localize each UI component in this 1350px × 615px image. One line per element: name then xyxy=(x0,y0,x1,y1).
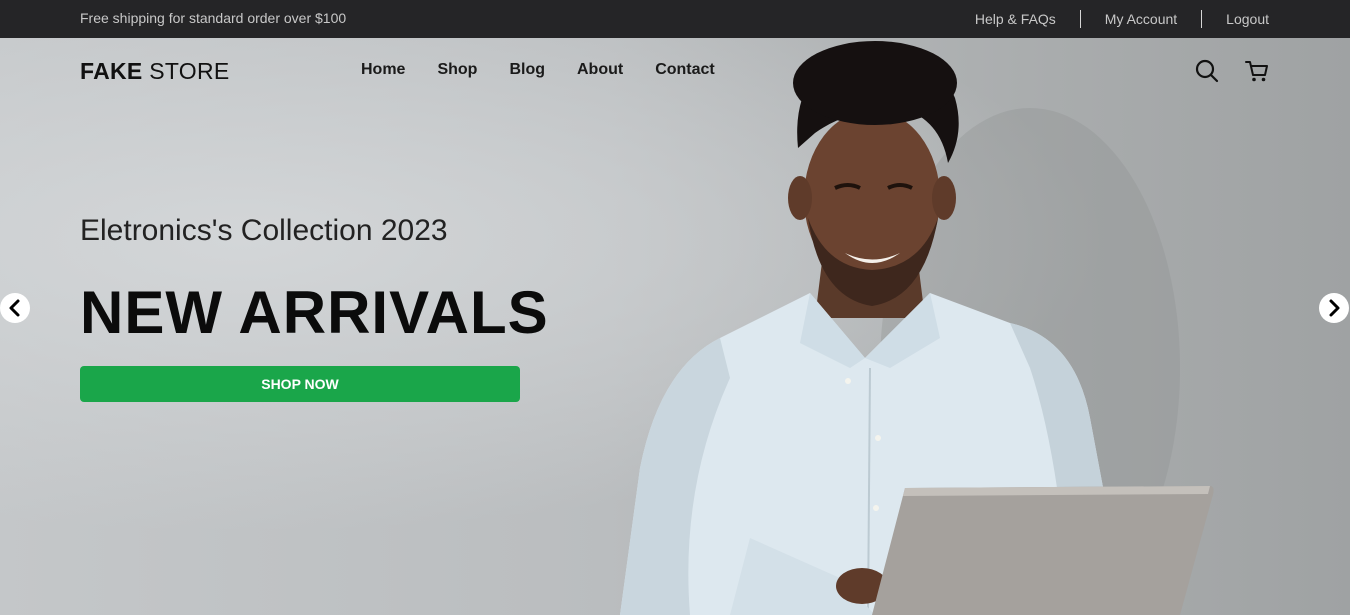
main-nav: Home Shop Blog About Contact xyxy=(361,61,715,79)
nav-about[interactable]: About xyxy=(577,61,623,79)
help-faqs-link[interactable]: Help & FAQs xyxy=(951,10,1081,28)
store-logo[interactable]: FAKE STORE xyxy=(80,58,230,85)
nav-home[interactable]: Home xyxy=(361,61,405,79)
logo-rest-text: STORE xyxy=(142,58,230,84)
nav-contact[interactable]: Contact xyxy=(655,61,715,79)
hero-banner: FAKE STORE Home Shop Blog About Contact … xyxy=(0,38,1350,615)
account-links: Help & FAQs My Account Logout xyxy=(951,0,1269,38)
chevron-left-icon[interactable] xyxy=(0,293,30,323)
header-actions xyxy=(1194,58,1270,84)
cart-icon[interactable] xyxy=(1244,58,1270,84)
site-header: FAKE STORE Home Shop Blog About Contact xyxy=(0,38,1350,104)
hero-subtitle: Eletronics's Collection 2023 xyxy=(80,214,448,247)
nav-shop[interactable]: Shop xyxy=(437,61,477,79)
my-account-link[interactable]: My Account xyxy=(1081,10,1203,28)
chevron-right-icon[interactable] xyxy=(1319,293,1349,323)
top-bar: Free shipping for standard order over $1… xyxy=(0,0,1350,38)
shipping-promo: Free shipping for standard order over $1… xyxy=(80,10,347,26)
nav-blog[interactable]: Blog xyxy=(509,61,545,79)
logout-link[interactable]: Logout xyxy=(1202,10,1269,28)
hero-headline: NEW ARRIVALS xyxy=(80,279,549,346)
hero-model-image xyxy=(620,41,1214,615)
shop-now-button[interactable]: SHOP NOW xyxy=(80,366,520,402)
search-icon[interactable] xyxy=(1194,58,1220,84)
logo-bold-text: FAKE xyxy=(80,58,143,84)
